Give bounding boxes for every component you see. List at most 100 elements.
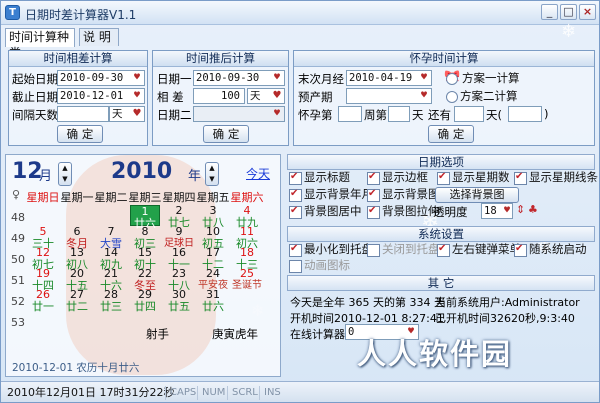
date-option-checkbox[interactable]: 显示标题 (289, 170, 350, 186)
due-date-input[interactable]: ♥ (346, 88, 432, 104)
date-option-checkbox[interactable]: 背景图居中 (289, 204, 362, 220)
preg-day-input[interactable] (388, 106, 410, 122)
status-scrl: SCRL (227, 386, 258, 400)
uptime-text: 已开机时间32620秒,9:3:40 (435, 312, 575, 325)
calendar-day[interactable]: 29 廿四 (128, 289, 162, 313)
dropdown-heart-icon[interactable]: ♥ (270, 107, 284, 121)
other-title: 其 它 (287, 275, 595, 291)
opacity-spinner-icon[interactable]: ⇕ (516, 203, 525, 216)
dropdown-heart-icon[interactable]: ♥ (130, 107, 144, 121)
preg-week-label: 周第 (364, 108, 387, 122)
minimize-button[interactable]: _ (541, 4, 558, 20)
opacity-heart-icon: ♣ (528, 203, 538, 216)
preg-week-input[interactable] (338, 106, 362, 122)
system-option-checkbox[interactable]: 动画图标 (289, 258, 350, 274)
system-option-checkbox[interactable]: 左右键弹菜单 (437, 242, 521, 258)
remain-label: 还有 (428, 108, 451, 122)
maximize-button[interactable]: □ (560, 4, 577, 20)
tab-calc-types[interactable]: 时间计算种类 (5, 28, 75, 60)
plan2-radio[interactable]: 方案二计算 (446, 89, 518, 104)
opacity-input[interactable]: 18 ♥ (481, 203, 513, 219)
status-num: NUM (197, 386, 225, 400)
shift-ok-button[interactable]: 确 定 (203, 125, 249, 143)
last-period-input[interactable]: 2010-04-19 ♥ (346, 70, 432, 86)
weekday-header: 星期二 (94, 191, 128, 204)
system-option-checkbox[interactable]: 最小化到托盘 (289, 242, 373, 258)
calendar-day[interactable]: 26 廿一 (26, 289, 60, 313)
date-option-checkbox[interactable]: 显示星期线条 (514, 170, 598, 186)
preg-day-label: 天 (412, 108, 424, 122)
site-watermark: 人人软件园 (357, 337, 513, 371)
date-option-checkbox[interactable]: 显示背景年月 (289, 187, 373, 203)
interval-input[interactable] (57, 106, 109, 122)
dropdown-heart-icon[interactable]: ♥ (130, 89, 144, 103)
dropdown-heart-icon[interactable]: ♥ (417, 71, 431, 85)
week-number: 52 (11, 295, 25, 308)
cal-month-unit: 月 (39, 169, 53, 184)
date2-input[interactable]: ♥ (193, 106, 285, 122)
cal-year-unit: 年 (188, 169, 202, 184)
remain-input[interactable] (454, 106, 484, 122)
week-number: 49 (11, 232, 25, 245)
dropdown-heart-icon[interactable]: ♥ (270, 71, 284, 85)
system-option-checkbox[interactable]: 随系统启动 (514, 242, 587, 258)
calendar-day[interactable]: 31 廿六 (196, 289, 230, 313)
diff-title: 时间相差计算 (9, 51, 147, 67)
calendar-day[interactable]: 25 圣诞节 (230, 268, 264, 292)
lunar-day: 廿五 (168, 300, 190, 313)
choose-bg-button[interactable]: 选择背景图 (435, 187, 519, 203)
system-settings-title: 系统设置 (287, 226, 595, 242)
weekday-header: 星期五 (196, 191, 230, 204)
pregnancy-frame: 怀孕时间计算 末次月经 2010-04-19 ♥ 🎀 方案一计算 预产期 ♥ 方案… (293, 50, 595, 146)
close-button[interactable]: × (579, 4, 596, 20)
title-bar[interactable]: T 日期时差计算器V1.1 _ □ × (1, 1, 599, 25)
week-column-icon: ♀ (12, 188, 21, 201)
date1-input[interactable]: 2010-09-30 ♥ (193, 70, 285, 86)
date-option-checkbox[interactable]: 显示星期数 (437, 170, 510, 186)
start-date-input[interactable]: 2010-09-30 ♥ (57, 70, 145, 86)
date-option-checkbox[interactable]: 背景图拉伸 (367, 204, 440, 220)
plan1-radio[interactable]: 方案一计算 (446, 71, 520, 86)
shift-frame: 时间推后计算 日期一 2010-09-30 ♥ 相 差 100 天 ♥ 日期二 ♥ … (152, 50, 289, 146)
year-spinner[interactable]: ▲ ▼ (205, 162, 219, 186)
today-link[interactable]: 今天 (246, 165, 270, 182)
system-option-checkbox[interactable]: 关闭到托盘 (367, 242, 440, 258)
preg-ok-button[interactable]: 确 定 (428, 125, 474, 143)
status-bar: 2010年12月01日 17时31分22秒 CAPS NUM SCRL INS (1, 381, 599, 402)
weekday-header: 星期六 (230, 191, 264, 204)
calendar-day[interactable]: 27 廿二 (60, 289, 94, 313)
calendar-day[interactable]: 28 廿三 (94, 289, 128, 313)
calendar-day[interactable]: 1 廿六 (130, 205, 160, 230)
dropdown-heart-icon[interactable]: ♥ (130, 71, 144, 85)
interval-label: 间隔天数 (12, 108, 58, 122)
preg-week-prefix: 怀孕第 (298, 108, 333, 122)
end-date-input[interactable]: 2010-12-01 ♥ (57, 88, 145, 104)
due-date-label: 预产期 (298, 90, 333, 104)
status-ins: INS (259, 386, 281, 400)
remain-week-input[interactable] (508, 106, 542, 122)
calendar-day[interactable]: 30 廿五 (162, 289, 196, 313)
dropdown-heart-icon[interactable]: ♥ (417, 89, 431, 103)
date-option-checkbox[interactable]: 显示背景图 (367, 187, 440, 203)
week-number: 51 (11, 274, 25, 287)
week-number: 48 (11, 211, 25, 224)
month-spinner[interactable]: ▲ ▼ (58, 162, 72, 186)
ganzhi-label: 庚寅虎年 (212, 327, 258, 341)
lunar-day: 廿二 (66, 300, 88, 313)
diff-amount-input[interactable]: 100 (193, 88, 245, 104)
pregnancy-title: 怀孕时间计算 (294, 51, 594, 67)
date1-label: 日期一 (157, 72, 192, 86)
date2-label: 日期二 (157, 108, 192, 122)
app-icon: T (5, 5, 20, 20)
dropdown-heart-icon[interactable]: ♥ (270, 89, 284, 103)
system-user-text: 当前系统用户:Administrator (435, 296, 580, 309)
dropdown-heart-icon[interactable]: ♥ (502, 204, 512, 218)
diff-ok-button[interactable]: 确 定 (57, 125, 103, 143)
shift-unit-select[interactable]: 天 ♥ (247, 88, 285, 104)
window-title: 日期时差计算器V1.1 (25, 8, 137, 22)
lunar-day: 廿三 (100, 300, 122, 313)
calendar-footer: 2010-12-01 农历十月廿六 (12, 362, 140, 374)
date-option-checkbox[interactable]: 显示边框 (367, 170, 428, 186)
tab-help[interactable]: 说 明 (79, 28, 119, 46)
interval-unit-select[interactable]: 天 ♥ (109, 106, 145, 122)
